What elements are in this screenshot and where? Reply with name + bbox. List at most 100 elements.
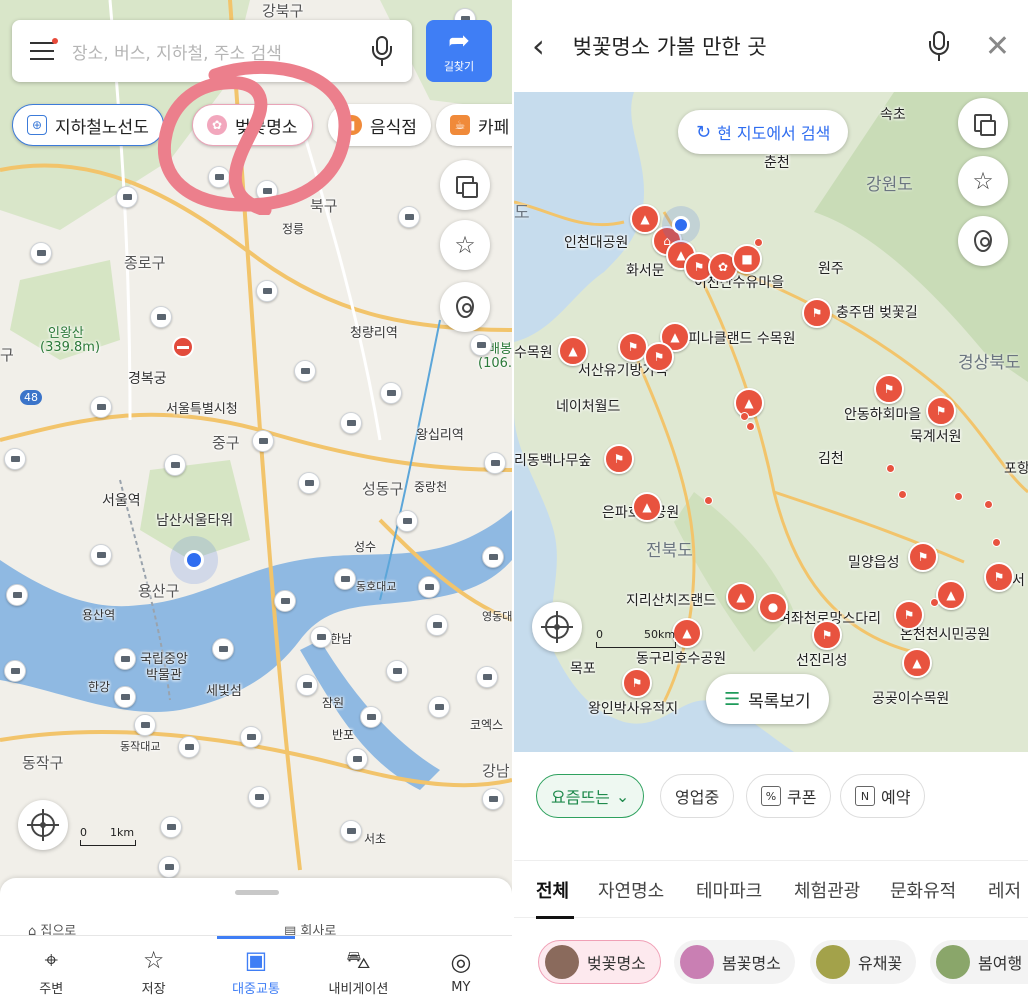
tab-my[interactable]: ◎ MY bbox=[410, 936, 512, 1006]
poi-marker[interactable]: ⚑ bbox=[908, 542, 938, 572]
cctv-icon[interactable] bbox=[116, 186, 138, 208]
poi-small-marker[interactable] bbox=[992, 538, 1001, 547]
poi-marker[interactable]: ⚑ bbox=[802, 298, 832, 328]
microphone-icon[interactable] bbox=[370, 36, 394, 66]
poi-marker[interactable]: ▲ bbox=[902, 648, 932, 678]
favorites-button[interactable]: ☆ bbox=[440, 220, 490, 270]
poi-marker[interactable]: ⚑ bbox=[984, 562, 1014, 592]
cctv-icon[interactable] bbox=[134, 714, 156, 736]
cctv-icon[interactable] bbox=[90, 544, 112, 566]
my-location-button[interactable] bbox=[18, 800, 68, 850]
cctv-icon[interactable] bbox=[160, 816, 182, 838]
tab-nature[interactable]: 자연명소 bbox=[598, 877, 664, 903]
my-location-button[interactable] bbox=[532, 602, 582, 652]
poi-marker[interactable]: ⚑ bbox=[622, 668, 652, 698]
poi-marker[interactable]: ⚑ bbox=[926, 396, 956, 426]
cctv-icon[interactable] bbox=[252, 430, 274, 452]
chip-subway-map[interactable]: ⊕ 지하철노선도 bbox=[12, 104, 164, 146]
chip-cafe[interactable]: ☕ 카페 bbox=[436, 104, 512, 146]
cctv-icon[interactable] bbox=[256, 280, 278, 302]
cctv-icon[interactable] bbox=[482, 546, 504, 568]
cctv-icon[interactable] bbox=[340, 412, 362, 434]
cctv-icon[interactable] bbox=[360, 706, 382, 728]
cctv-icon[interactable] bbox=[470, 334, 492, 356]
cctv-icon[interactable] bbox=[6, 584, 28, 606]
cctv-icon[interactable] bbox=[150, 306, 172, 328]
bottom-sheet[interactable]: ⌂ 집으로 ▤ 회사로 bbox=[0, 878, 512, 939]
poi-marker[interactable]: ▲ bbox=[936, 580, 966, 610]
cctv-icon[interactable] bbox=[296, 674, 318, 696]
cctv-icon[interactable] bbox=[164, 454, 186, 476]
poi-marker[interactable]: ● bbox=[758, 592, 788, 622]
cctv-icon[interactable] bbox=[334, 568, 356, 590]
poi-small-marker[interactable] bbox=[754, 238, 763, 247]
filter-trending[interactable]: 요즘뜨는 ⌄ bbox=[536, 774, 645, 818]
cctv-icon[interactable] bbox=[340, 820, 362, 842]
poi-small-marker[interactable] bbox=[886, 464, 895, 473]
cctv-icon[interactable] bbox=[294, 360, 316, 382]
sheet-handle[interactable] bbox=[235, 890, 279, 895]
cctv-icon[interactable] bbox=[240, 726, 262, 748]
pill-spring-trip[interactable]: 봄여행 bbox=[930, 940, 1028, 984]
cctv-icon[interactable] bbox=[418, 576, 440, 598]
cctv-icon[interactable] bbox=[310, 626, 332, 648]
cctv-icon[interactable] bbox=[212, 638, 234, 660]
tab-heritage[interactable]: 문화유적 bbox=[890, 877, 956, 903]
poi-marker[interactable]: ■ bbox=[732, 244, 762, 274]
poi-marker[interactable]: ▲ bbox=[734, 388, 764, 418]
cctv-icon[interactable] bbox=[426, 614, 448, 636]
poi-marker[interactable]: ▲ bbox=[558, 336, 588, 366]
poi-small-marker[interactable] bbox=[898, 490, 907, 499]
tab-navigation[interactable]: ⛍ 내비게이션 bbox=[307, 936, 409, 1006]
place-button[interactable] bbox=[958, 216, 1008, 266]
favorites-button[interactable]: ☆ bbox=[958, 156, 1008, 206]
pill-cherry-blossom[interactable]: 벚꽃명소 bbox=[538, 940, 661, 984]
no-entry-icon[interactable] bbox=[172, 336, 194, 358]
poi-marker[interactable]: ⚑ bbox=[604, 444, 634, 474]
cctv-icon[interactable] bbox=[380, 382, 402, 404]
poi-small-marker[interactable] bbox=[704, 496, 713, 505]
poi-small-marker[interactable] bbox=[746, 422, 755, 431]
tab-saved[interactable]: ☆ 저장 bbox=[102, 936, 204, 1006]
poi-marker[interactable]: ▲ bbox=[672, 618, 702, 648]
cctv-icon[interactable] bbox=[4, 660, 26, 682]
cctv-icon[interactable] bbox=[346, 748, 368, 770]
poi-small-marker[interactable] bbox=[954, 492, 963, 501]
poi-small-marker[interactable] bbox=[984, 500, 993, 509]
poi-small-marker[interactable] bbox=[740, 412, 749, 421]
cctv-icon[interactable] bbox=[298, 472, 320, 494]
pill-spring-flowers[interactable]: 봄꽃명소 bbox=[674, 940, 795, 984]
tab-all[interactable]: 전체 bbox=[536, 877, 569, 903]
cctv-icon[interactable] bbox=[178, 736, 200, 758]
filter-reservation[interactable]: N 예약 bbox=[840, 774, 926, 818]
close-icon[interactable]: ✕ bbox=[985, 29, 1010, 64]
menu-icon[interactable] bbox=[30, 38, 58, 60]
poi-marker[interactable]: ⚑ bbox=[874, 374, 904, 404]
search-this-area-button[interactable]: ↻ 현 지도에서 검색 bbox=[678, 110, 849, 154]
cctv-icon[interactable] bbox=[398, 206, 420, 228]
cctv-icon[interactable] bbox=[428, 696, 450, 718]
cctv-icon[interactable] bbox=[482, 788, 504, 810]
cctv-icon[interactable] bbox=[114, 686, 136, 708]
korea-map[interactable]: ↻ 현 지도에서 검색 강원도 경상북도 전북도 도 속초 춘천 인천대공원 화… bbox=[514, 92, 1028, 752]
poi-marker[interactable]: ▲ bbox=[632, 492, 662, 522]
filter-coupon[interactable]: % 쿠폰 bbox=[746, 774, 832, 818]
cctv-icon[interactable] bbox=[476, 666, 498, 688]
microphone-icon[interactable] bbox=[927, 31, 951, 61]
cctv-icon[interactable] bbox=[484, 452, 506, 474]
cctv-icon[interactable] bbox=[114, 648, 136, 670]
cctv-icon[interactable] bbox=[158, 856, 180, 878]
cctv-icon[interactable] bbox=[386, 660, 408, 682]
tab-leisure[interactable]: 레저 bbox=[988, 877, 1021, 903]
poi-marker[interactable]: ⚑ bbox=[894, 600, 924, 630]
layers-button[interactable] bbox=[958, 98, 1008, 148]
tab-experience[interactable]: 체험관광 bbox=[794, 877, 860, 903]
tab-transit[interactable]: ▣ 대중교통 bbox=[205, 936, 307, 1006]
tab-nearby[interactable]: ⌖ 주변 bbox=[0, 936, 102, 1006]
poi-marker[interactable]: ⚑ bbox=[644, 342, 674, 372]
pill-canola[interactable]: 유채꽃 bbox=[810, 940, 917, 984]
place-button[interactable] bbox=[440, 282, 490, 332]
cctv-icon[interactable] bbox=[4, 448, 26, 470]
cctv-icon[interactable] bbox=[90, 396, 112, 418]
cctv-icon[interactable] bbox=[274, 590, 296, 612]
